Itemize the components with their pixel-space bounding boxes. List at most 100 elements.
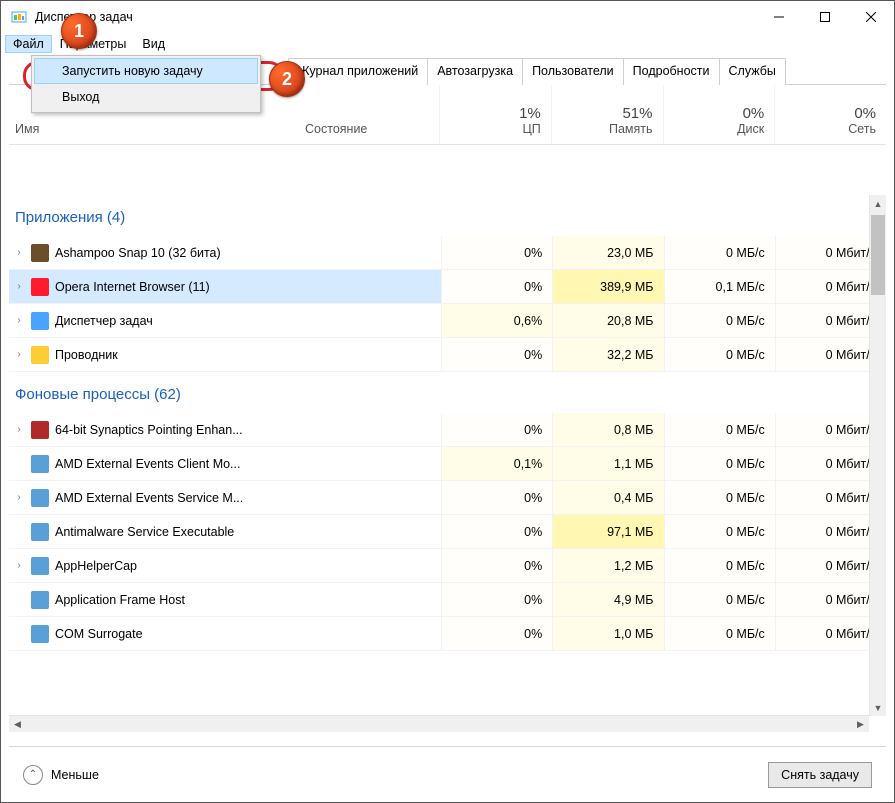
group-applications[interactable]: Приложения (4) bbox=[9, 195, 886, 236]
cpu-cell: 0,1% bbox=[441, 447, 552, 480]
fewer-details-button[interactable]: ⌃ Меньше bbox=[23, 765, 99, 785]
header-net-label: Сеть bbox=[848, 122, 876, 136]
window-title: Диспетчер задач bbox=[35, 10, 756, 24]
header-net-pct: 0% bbox=[854, 105, 876, 122]
header-cpu-label: ЦП bbox=[523, 122, 541, 136]
titlebar: Диспетчер задач bbox=[1, 1, 894, 33]
header-state[interactable]: Состояние bbox=[299, 85, 439, 144]
disk-cell: 0,1 МБ/с bbox=[664, 270, 775, 303]
header-cpu[interactable]: 1% ЦП bbox=[439, 85, 551, 144]
memory-cell: 1,0 МБ bbox=[552, 617, 663, 650]
cpu-cell: 0% bbox=[441, 583, 552, 616]
window-controls bbox=[756, 2, 894, 32]
process-name: COM Surrogate bbox=[55, 627, 301, 641]
disk-cell: 0 МБ/с bbox=[664, 549, 775, 582]
process-icon bbox=[31, 244, 49, 262]
menu-file[interactable]: Файл bbox=[5, 35, 52, 53]
process-row[interactable]: COM Surrogate0%1,0 МБ0 МБ/с0 Мбит/с bbox=[9, 617, 886, 651]
menu-view[interactable]: Вид bbox=[134, 35, 173, 53]
scrollbar-thumb[interactable] bbox=[871, 215, 885, 295]
process-icon bbox=[31, 278, 49, 296]
memory-cell: 389,9 МБ bbox=[552, 270, 663, 303]
scroll-up-icon[interactable]: ▲ bbox=[870, 195, 886, 212]
footer: ⌃ Меньше Снять задачу bbox=[9, 746, 886, 802]
expand-icon[interactable]: › bbox=[9, 349, 29, 360]
process-icon bbox=[31, 312, 49, 330]
process-row[interactable]: › Opera Internet Browser (11) 0%389,9 МБ0,… bbox=[9, 270, 886, 304]
maximize-button[interactable] bbox=[802, 2, 848, 32]
file-menu-dropdown: Запустить новую задачу Выход bbox=[31, 55, 261, 113]
vertical-scrollbar[interactable]: ▲ ▼ bbox=[869, 195, 886, 716]
memory-cell: 23,0 МБ bbox=[552, 236, 663, 269]
process-row[interactable]: Antimalware Service Executable0%97,1 МБ0… bbox=[9, 515, 886, 549]
minimize-button[interactable] bbox=[756, 2, 802, 32]
process-row[interactable]: AMD External Events Client Mo...0,1%1,1 … bbox=[9, 447, 886, 481]
process-row[interactable]: ›Ashampoo Snap 10 (32 бита)0%23,0 МБ0 МБ… bbox=[9, 236, 886, 270]
process-icon bbox=[31, 421, 49, 439]
expand-icon[interactable]: › bbox=[9, 281, 29, 292]
tab-services[interactable]: Службы bbox=[719, 58, 786, 85]
expand-icon[interactable]: › bbox=[9, 315, 29, 326]
expand-icon[interactable]: › bbox=[9, 424, 29, 435]
disk-cell: 0 МБ/с bbox=[664, 481, 775, 514]
memory-cell: 4,9 МБ bbox=[552, 583, 663, 616]
expand-icon[interactable]: › bbox=[9, 492, 29, 503]
close-button[interactable] bbox=[848, 2, 894, 32]
process-icon bbox=[31, 625, 49, 643]
header-disk[interactable]: 0% Диск bbox=[663, 85, 775, 144]
cpu-cell: 0% bbox=[441, 236, 552, 269]
process-row[interactable]: ›AppHelperCap0%1,2 МБ0 МБ/с0 Мбит/с bbox=[9, 549, 886, 583]
tab-users[interactable]: Пользователи bbox=[522, 58, 624, 85]
header-disk-pct: 0% bbox=[743, 105, 765, 122]
tab-app-history[interactable]: Журнал приложений bbox=[288, 58, 428, 85]
process-row[interactable]: Application Frame Host0%4,9 МБ0 МБ/с0 Мб… bbox=[9, 583, 886, 617]
group-background[interactable]: Фоновые процессы (62) bbox=[9, 372, 886, 413]
expand-icon[interactable]: › bbox=[9, 560, 29, 571]
process-icon bbox=[31, 489, 49, 507]
process-row[interactable]: ›Диспетчер задач0,6%20,8 МБ0 МБ/с0 Мбит/… bbox=[9, 304, 886, 338]
header-memory[interactable]: 51% Память bbox=[551, 85, 663, 144]
memory-cell: 0,4 МБ bbox=[552, 481, 663, 514]
scroll-down-icon[interactable]: ▼ bbox=[870, 699, 886, 716]
memory-cell: 97,1 МБ bbox=[552, 515, 663, 548]
end-task-button[interactable]: Снять задачу bbox=[768, 762, 872, 788]
disk-cell: 0 МБ/с bbox=[664, 515, 775, 548]
app-icon bbox=[11, 9, 27, 25]
process-list: Приложения (4) ›Ashampoo Snap 10 (32 бит… bbox=[9, 195, 886, 732]
process-name: AMD External Events Client Mo... bbox=[55, 457, 301, 471]
disk-cell: 0 МБ/с bbox=[664, 583, 775, 616]
tab-startup[interactable]: Автозагрузка bbox=[427, 58, 523, 85]
horizontal-scrollbar[interactable]: ◀ ▶ bbox=[9, 715, 869, 732]
process-name: Antimalware Service Executable bbox=[55, 525, 301, 539]
process-icon bbox=[31, 557, 49, 575]
annotation-marker-1: 1 bbox=[61, 13, 97, 49]
process-name: Application Frame Host bbox=[55, 593, 301, 607]
process-name: 64-bit Synaptics Pointing Enhan... bbox=[55, 423, 301, 437]
header-network[interactable]: 0% Сеть bbox=[774, 85, 886, 144]
process-row[interactable]: ›AMD External Events Service M...0%0,4 М… bbox=[9, 481, 886, 515]
header-mem-label: Память bbox=[609, 122, 653, 136]
disk-cell: 0 МБ/с bbox=[664, 617, 775, 650]
process-name: AppHelperCap bbox=[55, 559, 301, 573]
menu-exit[interactable]: Выход bbox=[34, 84, 258, 110]
cpu-cell: 0% bbox=[441, 481, 552, 514]
disk-cell: 0 МБ/с bbox=[664, 236, 775, 269]
process-name: Opera Internet Browser (11) bbox=[55, 280, 301, 294]
cpu-cell: 0% bbox=[441, 270, 552, 303]
scroll-right-icon[interactable]: ▶ bbox=[852, 716, 869, 732]
process-icon bbox=[31, 591, 49, 609]
menubar: Файл Параметры Вид bbox=[1, 33, 894, 55]
process-icon bbox=[31, 523, 49, 541]
disk-cell: 0 МБ/с bbox=[664, 413, 775, 446]
process-row[interactable]: ›64-bit Synaptics Pointing Enhan...0%0,8… bbox=[9, 413, 886, 447]
chevron-up-icon: ⌃ bbox=[23, 765, 43, 785]
cpu-cell: 0% bbox=[441, 338, 552, 371]
disk-cell: 0 МБ/с bbox=[664, 338, 775, 371]
cpu-cell: 0% bbox=[441, 617, 552, 650]
scroll-left-icon[interactable]: ◀ bbox=[9, 716, 26, 732]
process-row[interactable]: ›Проводник0%32,2 МБ0 МБ/с0 Мбит/с bbox=[9, 338, 886, 372]
tab-details[interactable]: Подробности bbox=[623, 58, 720, 85]
expand-icon[interactable]: › bbox=[9, 247, 29, 258]
process-icon bbox=[31, 455, 49, 473]
menu-run-new-task[interactable]: Запустить новую задачу bbox=[34, 58, 258, 84]
